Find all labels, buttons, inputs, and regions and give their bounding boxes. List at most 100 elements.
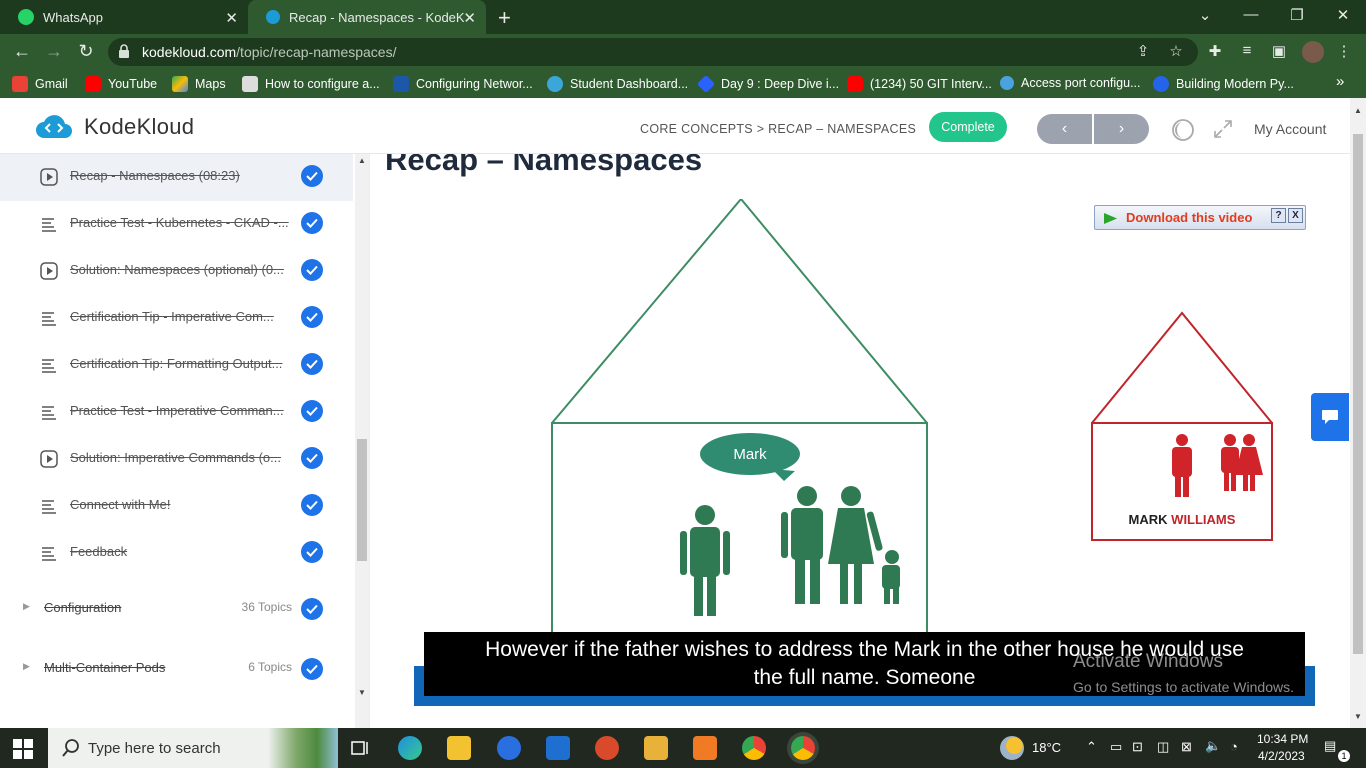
page-scroll-thumb[interactable] xyxy=(1353,134,1363,654)
help-icon[interactable]: ? xyxy=(1271,208,1286,223)
close-tab-icon[interactable]: ✕ xyxy=(225,9,238,27)
page-scrollbar[interactable]: ▲ ▼ xyxy=(1350,98,1366,728)
tab-search-icon[interactable]: ⌄ xyxy=(1190,6,1220,24)
my-account-link[interactable]: My Account xyxy=(1254,121,1326,137)
sidebar-lesson-item[interactable]: Solution: Imperative Commands (o... xyxy=(0,436,353,483)
tab-whatsapp[interactable]: WhatsApp ✕ xyxy=(0,0,248,34)
bookmark-gmail[interactable]: Gmail xyxy=(12,76,68,92)
scroll-down-icon[interactable]: ▼ xyxy=(1354,712,1362,721)
close-tab-icon[interactable]: ✕ xyxy=(463,9,476,27)
kodekloud-logo[interactable]: KodeKloud xyxy=(34,112,194,142)
chat-widget-button[interactable] xyxy=(1311,393,1349,441)
expand-triangle-icon[interactable]: ▶ xyxy=(23,661,30,672)
sidebar-lesson-item[interactable]: Practice Test - Kubernetes - CKAD -... xyxy=(0,201,353,248)
edge-icon[interactable] xyxy=(398,736,422,760)
back-icon[interactable]: ← xyxy=(10,41,34,62)
bookmark-access-port[interactable]: Access port configu... xyxy=(1000,76,1141,90)
next-lesson-button[interactable]: › xyxy=(1094,114,1149,144)
skype-icon[interactable] xyxy=(497,736,521,760)
bookmark-git-interview[interactable]: (1234) 50 GIT Interv... xyxy=(847,76,992,92)
cloud-icon xyxy=(547,76,563,92)
forward-icon[interactable]: → xyxy=(42,41,66,62)
bookmark-how-to-configure[interactable]: How to configure a... xyxy=(242,76,380,92)
sidebar-lesson-item[interactable]: Certification Tip - Imperative Com... xyxy=(0,295,353,342)
topic-configuration[interactable]: ▶ Configuration 36 Topics xyxy=(0,584,353,634)
notifications-icon[interactable]: ▤ xyxy=(1324,738,1336,754)
dark-mode-icon[interactable] xyxy=(1171,118,1195,142)
bookmark-maps[interactable]: Maps xyxy=(172,76,226,92)
meet-icon[interactable]: ◫ xyxy=(1157,739,1169,755)
app-icon[interactable] xyxy=(595,736,619,760)
clock-time[interactable]: 10:34 PM xyxy=(1257,732,1308,746)
file-explorer-icon[interactable] xyxy=(644,736,668,760)
sidebar-lesson-item[interactable]: Certification Tip: Formatting Output... xyxy=(0,342,353,389)
task-view-icon[interactable] xyxy=(348,736,372,760)
expand-triangle-icon[interactable]: ▶ xyxy=(23,601,30,612)
mail-icon[interactable] xyxy=(546,736,570,760)
clock-date[interactable]: 4/2/2023 xyxy=(1258,749,1305,763)
new-tab-icon[interactable]: + xyxy=(498,5,511,31)
sidebar-lesson-item[interactable]: Connect with Me! xyxy=(0,483,353,530)
completed-check-icon xyxy=(301,353,323,375)
temperature[interactable]: 18°C xyxy=(1032,740,1061,755)
taskbar-search[interactable]: Type here to search xyxy=(48,728,338,768)
media-controls-icon[interactable]: ≡ xyxy=(1237,42,1257,62)
previous-lesson-button[interactable]: ‹ xyxy=(1037,114,1092,144)
tray-expand-icon[interactable]: ⌃ xyxy=(1086,739,1097,755)
sidebar-lesson-item[interactable]: Practice Test - Imperative Comman... xyxy=(0,389,353,436)
camera-icon[interactable]: ⊠ xyxy=(1181,739,1192,755)
reload-icon[interactable]: ↻ xyxy=(74,41,98,62)
chrome-icon[interactable] xyxy=(742,736,766,760)
lesson-title: Recap - Namespaces (08:23) xyxy=(70,168,240,183)
volume-icon[interactable]: 🔈 xyxy=(1205,738,1221,754)
play-icon xyxy=(1104,213,1117,224)
sidebar-scroll-thumb[interactable] xyxy=(357,439,367,561)
sidebar-lesson-item[interactable]: Solution: Namespaces (optional) (0... xyxy=(0,248,353,295)
extensions-icon[interactable]: ✚ xyxy=(1205,42,1225,62)
battery-icon[interactable]: ▭ xyxy=(1110,739,1122,755)
wifi-icon[interactable]: ◔ xyxy=(1230,739,1238,754)
sidebar-lesson-item[interactable]: Feedback xyxy=(0,530,353,577)
bookmark-day-9[interactable]: Day 9 : Deep Dive i... xyxy=(696,74,839,94)
microsoft-store-icon[interactable] xyxy=(447,736,471,760)
windows-start-icon[interactable] xyxy=(13,739,33,759)
scroll-up-icon[interactable]: ▲ xyxy=(358,156,366,165)
bookmark-student-dashboard[interactable]: Student Dashboard... xyxy=(547,76,688,92)
text-lesson-icon xyxy=(40,356,58,379)
sidebar-scrollbar[interactable]: ▲ ▼ xyxy=(355,154,369,728)
page-icon xyxy=(242,76,258,92)
download-video-link[interactable]: Download this video xyxy=(1126,210,1252,225)
network-drive-icon[interactable]: ⊡ xyxy=(1132,739,1143,755)
chrome-menu-icon[interactable]: ⋮ xyxy=(1334,42,1354,62)
restore-icon[interactable]: ❐ xyxy=(1282,6,1312,24)
url-text: kodekloud.com/topic/recap-namespaces/ xyxy=(142,44,397,60)
profile-avatar[interactable] xyxy=(1302,41,1324,63)
breadcrumb: CORE CONCEPTS > RECAP – NAMESPACES xyxy=(640,122,917,136)
bookmark-building-modern-py[interactable]: Building Modern Py... xyxy=(1153,76,1294,92)
sidebar-lesson-item[interactable]: Recap - Namespaces (08:23) xyxy=(0,154,353,201)
scroll-down-icon[interactable]: ▼ xyxy=(358,688,366,697)
more-bookmarks-icon[interactable]: » xyxy=(1336,73,1344,90)
tab-kodekloud[interactable]: Recap - Namespaces - KodeKlou ✕ xyxy=(248,0,486,34)
house-nameplate: MARK WILLIAMS xyxy=(1129,512,1236,527)
chrome-active-icon[interactable] xyxy=(791,736,815,760)
settings-app-icon[interactable] xyxy=(693,736,717,760)
address-bar[interactable]: kodekloud.com/topic/recap-namespaces/ xyxy=(108,38,1198,66)
browser-tab-strip: WhatsApp ✕ Recap - Namespaces - KodeKlou… xyxy=(0,0,1366,34)
bookmark-configuring-network[interactable]: Configuring Networ... xyxy=(393,76,533,92)
fullscreen-icon[interactable] xyxy=(1213,119,1233,139)
bookmark-star-icon[interactable]: ☆ xyxy=(1166,42,1186,62)
close-icon[interactable]: X xyxy=(1288,208,1303,223)
video-lesson-icon xyxy=(40,168,58,191)
topic-multi-container-pods[interactable]: ▶ Multi-Container Pods 6 Topics xyxy=(0,644,353,694)
video-player[interactable]: Mark MARK WILLIAMS Download this video ?… xyxy=(370,199,1350,728)
bookmark-youtube[interactable]: YouTube xyxy=(85,76,157,92)
download-video-widget[interactable]: Download this video ? X xyxy=(1094,205,1306,230)
complete-button[interactable]: Complete xyxy=(929,112,1007,142)
scroll-up-icon[interactable]: ▲ xyxy=(1354,106,1362,115)
weather-icon[interactable] xyxy=(1000,736,1024,760)
minimize-icon[interactable]: — xyxy=(1236,6,1266,23)
share-icon[interactable]: ⇪ xyxy=(1133,42,1153,62)
side-panel-icon[interactable]: ▣ xyxy=(1269,42,1289,62)
close-window-icon[interactable]: ✕ xyxy=(1328,6,1358,24)
